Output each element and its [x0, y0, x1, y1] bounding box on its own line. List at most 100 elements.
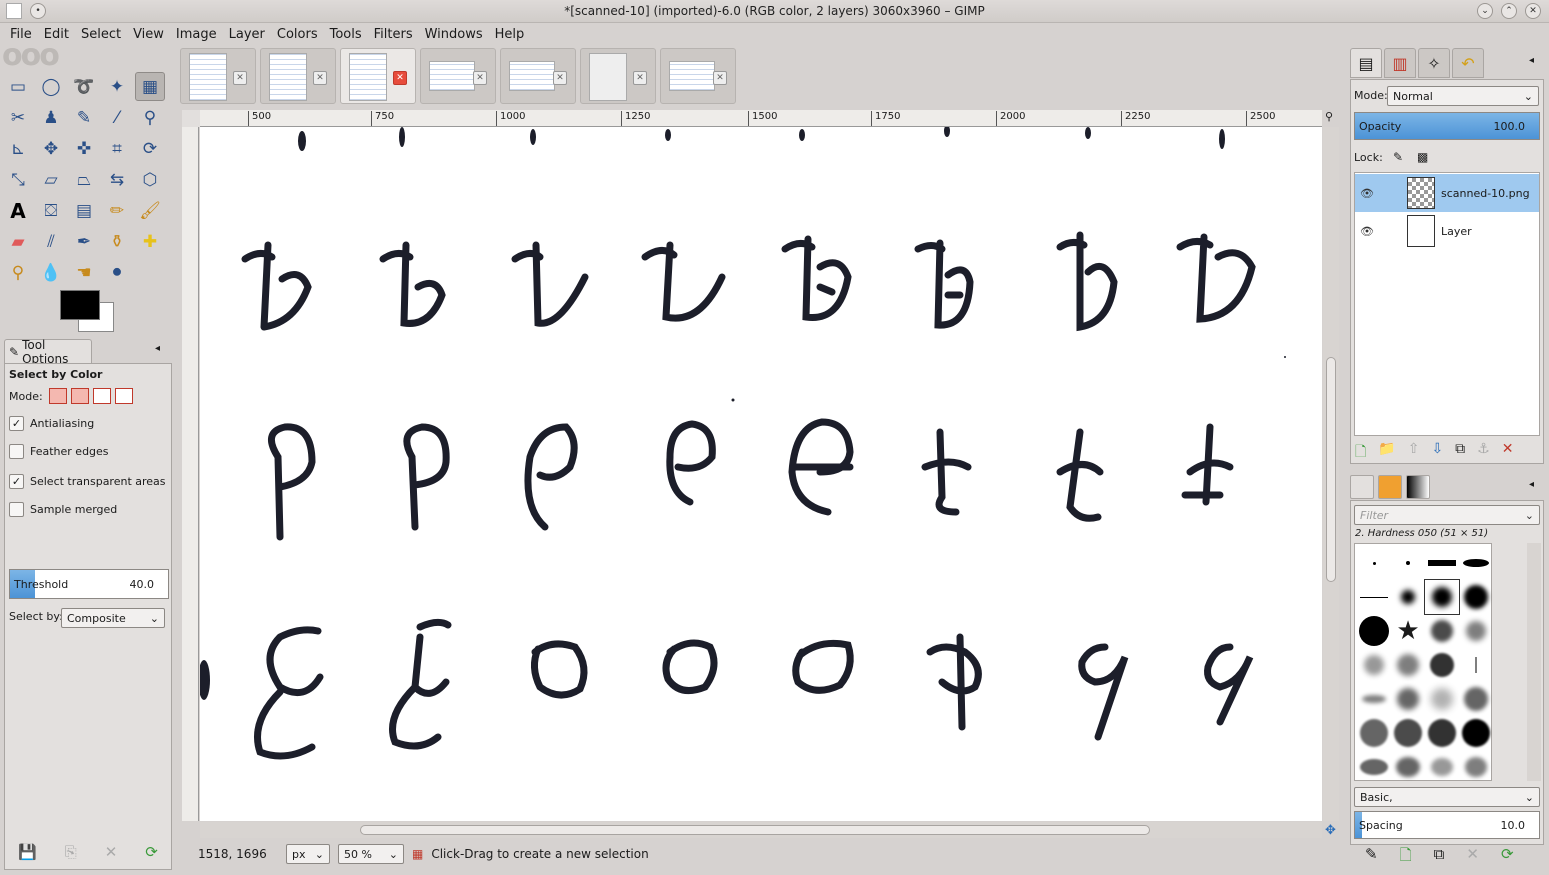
- heal-icon[interactable]: ✚: [135, 227, 165, 256]
- perspective-clone-icon[interactable]: ⚲: [3, 258, 33, 287]
- unit-dropdown[interactable]: px ⌄: [286, 844, 330, 864]
- pin-icon[interactable]: •: [30, 3, 46, 19]
- lower-layer-icon[interactable]: ⇩: [1431, 441, 1443, 465]
- paths-tab-icon[interactable]: ✧: [1418, 48, 1450, 78]
- antialiasing-checkbox[interactable]: ✓: [9, 416, 24, 431]
- eraser-icon[interactable]: ▰: [3, 227, 33, 256]
- image-tab[interactable]: ✕: [660, 48, 736, 104]
- brush-item[interactable]: [1424, 579, 1460, 615]
- image-tab-active[interactable]: ✕: [340, 48, 416, 104]
- minimize-button[interactable]: ⌄: [1477, 3, 1493, 19]
- close-icon[interactable]: ✕: [713, 71, 727, 85]
- app-icon[interactable]: [6, 3, 22, 19]
- close-icon[interactable]: ✕: [313, 71, 327, 85]
- delete-layer-icon[interactable]: ✕: [1502, 441, 1514, 465]
- brush-item[interactable]: [1459, 648, 1493, 682]
- close-button[interactable]: ✕: [1525, 3, 1541, 19]
- image-tab[interactable]: ✕: [580, 48, 656, 104]
- brush-preset-dropdown[interactable]: Basic, ⌄: [1354, 787, 1540, 807]
- blur-icon[interactable]: 💧: [36, 258, 66, 287]
- zoom-fit-icon[interactable]: ⚲: [1325, 110, 1333, 123]
- crop-icon[interactable]: ⌗: [102, 134, 132, 163]
- clone-icon[interactable]: ⚱: [102, 227, 132, 256]
- delete-brush-icon[interactable]: ✕: [1466, 845, 1479, 870]
- menu-image[interactable]: Image: [176, 27, 217, 42]
- layer-mode-dropdown[interactable]: Normal ⌄: [1387, 86, 1539, 106]
- ink-icon[interactable]: ✒: [69, 227, 99, 256]
- feather-row[interactable]: Feather edges: [9, 444, 109, 459]
- foreground-color-swatch[interactable]: [60, 290, 100, 320]
- menu-layer[interactable]: Layer: [229, 27, 265, 42]
- close-icon[interactable]: ✕: [633, 71, 647, 85]
- lock-pixels-icon[interactable]: ✎: [1393, 150, 1403, 164]
- delete-options-icon[interactable]: ✕: [105, 843, 118, 861]
- brush-item[interactable]: [1459, 614, 1493, 648]
- image-canvas[interactable]: [200, 127, 1322, 821]
- antialiasing-row[interactable]: ✓ Antialiasing: [9, 416, 94, 431]
- brush-item[interactable]: [1425, 546, 1459, 580]
- new-brush-icon[interactable]: 🗋: [1400, 845, 1412, 870]
- brush-item[interactable]: [1357, 716, 1391, 750]
- vertical-scrollbar[interactable]: [1323, 127, 1339, 821]
- threshold-spinner[interactable]: Threshold 40.0: [9, 569, 169, 599]
- menu-view[interactable]: View: [133, 27, 164, 42]
- brush-item[interactable]: [1357, 580, 1391, 614]
- perspective-icon[interactable]: ⏢: [69, 165, 99, 194]
- scale-icon[interactable]: ⤡: [3, 165, 33, 194]
- transparent-checkbox[interactable]: ✓: [9, 474, 24, 489]
- close-icon[interactable]: ✕: [553, 71, 567, 85]
- transparent-row[interactable]: ✓ Select transparent areas: [9, 474, 166, 489]
- text-icon[interactable]: A: [3, 196, 33, 225]
- blend-icon[interactable]: ▤: [69, 196, 99, 225]
- smudge-icon[interactable]: ☚: [69, 258, 99, 287]
- panel-menu-icon[interactable]: ◂: [1529, 55, 1534, 66]
- vertical-ruler[interactable]: [182, 127, 199, 821]
- brush-item[interactable]: [1357, 750, 1391, 784]
- menu-windows[interactable]: Windows: [425, 27, 483, 42]
- brush-item[interactable]: [1459, 682, 1493, 716]
- brush-item[interactable]: [1425, 716, 1459, 750]
- feather-checkbox[interactable]: [9, 444, 24, 459]
- gradients-tab-icon[interactable]: [1406, 475, 1430, 499]
- image-tab[interactable]: ✕: [500, 48, 576, 104]
- brush-item[interactable]: [1459, 750, 1493, 784]
- free-select-icon[interactable]: ➰: [69, 72, 99, 101]
- mode-subtract-button[interactable]: [92, 388, 111, 404]
- foreground-select-icon[interactable]: ♟: [36, 103, 66, 132]
- horizontal-scrollbar[interactable]: [200, 822, 1322, 838]
- horizontal-scroll-thumb[interactable]: [360, 825, 1150, 835]
- sample-merged-row[interactable]: Sample merged: [9, 502, 117, 517]
- ruler-corner[interactable]: [182, 110, 200, 127]
- brush-item[interactable]: [1357, 546, 1391, 580]
- shear-icon[interactable]: ▱: [36, 165, 66, 194]
- mode-add-button[interactable]: [70, 388, 89, 404]
- color-picker-icon[interactable]: ⁄: [102, 103, 132, 132]
- refresh-brushes-icon[interactable]: ⟳: [1501, 845, 1514, 870]
- mode-replace-button[interactable]: [48, 388, 67, 404]
- eye-icon[interactable]: 👁: [1355, 187, 1379, 200]
- scissors-icon[interactable]: ✂: [3, 103, 33, 132]
- lock-alpha-icon[interactable]: ▩: [1417, 150, 1428, 164]
- brush-item[interactable]: [1391, 580, 1425, 614]
- new-layer-group-icon[interactable]: 📁: [1378, 441, 1395, 465]
- brush-item[interactable]: [1357, 648, 1391, 682]
- align-icon[interactable]: ✜: [69, 134, 99, 163]
- mode-intersect-button[interactable]: [114, 388, 133, 404]
- airbrush-icon[interactable]: ⫽: [36, 227, 66, 256]
- close-icon[interactable]: ✕: [233, 71, 247, 85]
- eye-icon[interactable]: 👁: [1355, 225, 1379, 238]
- brush-item[interactable]: ★: [1391, 614, 1425, 648]
- menu-colors[interactable]: Colors: [277, 27, 318, 42]
- dodge-burn-icon[interactable]: ⚫: [102, 258, 132, 287]
- menu-filters[interactable]: Filters: [374, 27, 413, 42]
- vertical-scroll-thumb[interactable]: [1326, 357, 1336, 582]
- bucket-fill-icon[interactable]: ⛋: [36, 196, 66, 225]
- rotate-icon[interactable]: ⟳: [135, 134, 165, 163]
- image-tab[interactable]: ✕: [180, 48, 256, 104]
- layers-tab-icon[interactable]: ▤: [1350, 48, 1382, 78]
- select-by-dropdown[interactable]: Composite ⌄: [61, 608, 165, 628]
- spacing-spinner[interactable]: Spacing 10.0: [1354, 811, 1540, 839]
- duplicate-brush-icon[interactable]: ⧉: [1434, 845, 1445, 870]
- close-icon[interactable]: ✕: [473, 71, 487, 85]
- brush-item[interactable]: [1459, 546, 1493, 580]
